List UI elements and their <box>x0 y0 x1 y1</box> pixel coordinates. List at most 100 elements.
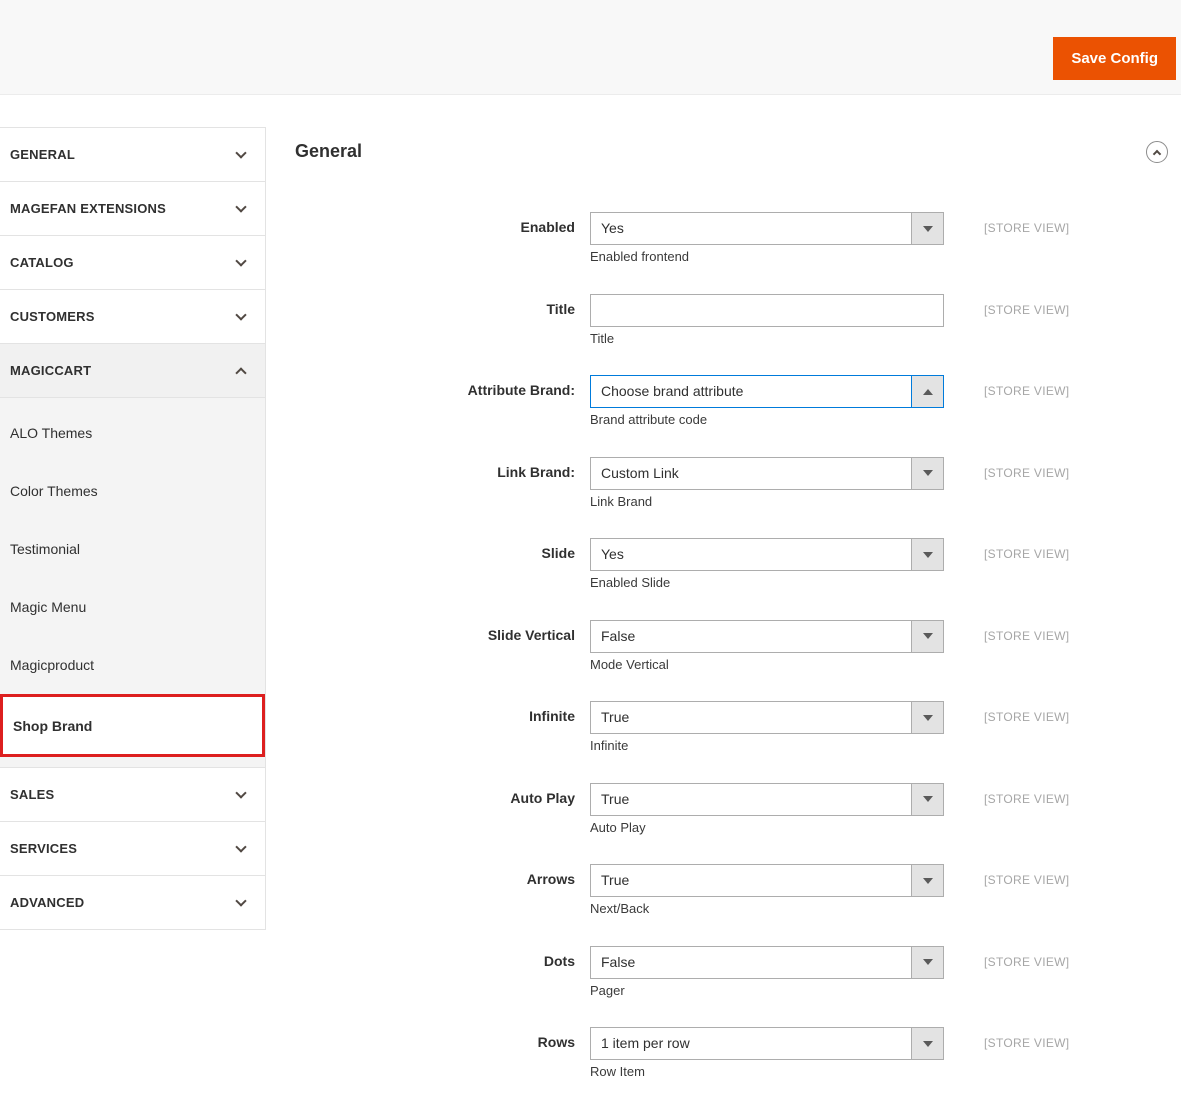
chevron-down-icon <box>235 840 247 853</box>
field-row-arrows: Arrows True Next/Back [STORE VIEW] <box>266 864 1181 917</box>
chevron-up-circle-icon[interactable] <box>1146 141 1168 163</box>
sidebar-item-label: MAGEFAN EXTENSIONS <box>10 201 167 216</box>
caret-down-icon <box>922 1040 933 1047</box>
select-value: Choose brand attribute <box>601 383 744 399</box>
enabled-select[interactable]: Yes <box>590 212 944 245</box>
auto-play-select[interactable]: True <box>590 782 944 816</box>
dropdown-arrow-button[interactable] <box>911 783 943 815</box>
field-row-attribute-brand: Attribute Brand: Choose brand attribute … <box>266 375 1181 428</box>
infinite-select[interactable]: True <box>590 701 944 734</box>
caret-up-icon <box>922 388 933 395</box>
rows-select[interactable]: 1 item per row <box>590 1027 944 1060</box>
store-view-scope: [STORE VIEW] <box>984 628 1070 643</box>
sidebar-subitem-magic-menu[interactable]: Magic Menu <box>0 578 265 636</box>
select-value: False <box>601 953 636 970</box>
caret-down-icon <box>922 877 933 884</box>
link-brand-select[interactable]: Custom Link <box>590 456 944 490</box>
field-label: Infinite <box>529 708 575 724</box>
sidebar-item-sales[interactable]: SALES <box>0 768 265 822</box>
select-value: Custom Link <box>601 464 679 481</box>
sidebar-item-magiccart[interactable]: MAGICCART <box>0 344 265 398</box>
dropdown-arrow-button[interactable] <box>911 539 943 570</box>
attribute-brand-select[interactable]: Choose brand attribute <box>590 375 944 408</box>
page-header: Save Config <box>0 0 1181 95</box>
sidebar-item-services[interactable]: SERVICES <box>0 822 265 876</box>
field-label: Attribute Brand: <box>467 382 575 398</box>
select-value: True <box>601 872 630 888</box>
field-label: Rows <box>537 1034 575 1050</box>
field-row-slide-vertical: Slide Vertical False Mode Vertical [STOR… <box>266 619 1181 673</box>
caret-down-icon <box>922 959 933 965</box>
section-header: General <box>266 95 1181 163</box>
sidebar-item-general[interactable]: GENERAL <box>0 128 265 182</box>
caret-down-icon <box>922 796 933 802</box>
field-label: Title <box>546 300 575 317</box>
field-label: Link Brand: <box>497 463 575 480</box>
sidebar-subitem-shop-brand[interactable]: Shop Brand <box>0 694 265 757</box>
config-main-panel: General Enabled Yes Enabled frontend [ST… <box>266 95 1181 1109</box>
field-hint: Infinite <box>590 738 629 753</box>
field-row-dots: Dots False Pager [STORE VIEW] <box>266 945 1181 999</box>
sidebar-item-label: MAGICCART <box>10 363 92 378</box>
title-input[interactable] <box>590 293 944 327</box>
dropdown-arrow-button[interactable] <box>911 213 943 244</box>
field-label: Enabled <box>520 219 575 235</box>
store-view-scope: [STORE VIEW] <box>984 791 1070 806</box>
dropdown-arrow-button[interactable] <box>911 946 943 978</box>
dropdown-arrow-button[interactable] <box>911 376 943 407</box>
sidebar-item-label: GENERAL <box>10 147 75 162</box>
sidebar-item-label: CATALOG <box>10 255 74 270</box>
select-value: Yes <box>601 220 624 236</box>
field-hint: Auto Play <box>590 819 646 835</box>
dropdown-arrow-button[interactable] <box>911 620 943 652</box>
field-row-link-brand: Link Brand: Custom Link Link Brand [STOR… <box>266 456 1181 510</box>
sidebar-subitem-magicproduct[interactable]: Magicproduct <box>0 636 265 694</box>
store-view-scope: [STORE VIEW] <box>984 547 1070 561</box>
field-hint: Pager <box>590 982 625 998</box>
field-hint: Mode Vertical <box>590 656 669 672</box>
dropdown-arrow-button[interactable] <box>911 457 943 489</box>
magiccart-submenu: ALO Themes Color Themes Testimonial Magic M… <box>0 398 265 768</box>
field-label: Slide Vertical <box>487 626 575 643</box>
chevron-up-icon <box>235 366 247 379</box>
sidebar-item-advanced[interactable]: ADVANCED <box>0 876 265 930</box>
sidebar-subitem-alo-themes[interactable]: ALO Themes <box>0 404 265 462</box>
caret-down-icon <box>922 225 933 232</box>
slide-vertical-select[interactable]: False <box>590 619 944 653</box>
field-hint: Row Item <box>590 1064 645 1079</box>
store-view-scope: [STORE VIEW] <box>984 221 1070 235</box>
field-hint: Link Brand <box>590 493 653 509</box>
arrows-select[interactable]: True <box>590 864 944 897</box>
sidebar-subitem-color-themes[interactable]: Color Themes <box>0 462 265 520</box>
save-config-button[interactable]: Save Config <box>1053 37 1176 80</box>
sidebar-item-catalog[interactable]: CATALOG <box>0 236 265 290</box>
config-layout: GENERAL MAGEFAN EXTENSIONS CATALOG CUSTO… <box>0 95 1181 1109</box>
select-value: Yes <box>601 546 624 562</box>
caret-down-icon <box>922 551 933 558</box>
select-value: True <box>601 790 630 807</box>
dropdown-arrow-button[interactable] <box>911 702 943 733</box>
field-row-infinite: Infinite True Infinite [STORE VIEW] <box>266 701 1181 754</box>
field-row-title: Title Title [STORE VIEW] <box>266 293 1181 347</box>
field-hint: Brand attribute code <box>590 412 708 427</box>
store-view-scope: [STORE VIEW] <box>984 384 1070 398</box>
sidebar-item-magefan-extensions[interactable]: MAGEFAN EXTENSIONS <box>0 182 265 236</box>
sidebar-subitem-testimonial[interactable]: Testimonial <box>0 520 265 578</box>
config-sidebar: GENERAL MAGEFAN EXTENSIONS CATALOG CUSTO… <box>0 127 266 930</box>
dots-select[interactable]: False <box>590 945 944 979</box>
dropdown-arrow-button[interactable] <box>911 865 943 896</box>
slide-select[interactable]: Yes <box>590 538 944 571</box>
field-hint: Enabled Slide <box>590 575 671 590</box>
store-view-scope: [STORE VIEW] <box>984 710 1070 724</box>
select-value: True <box>601 709 630 725</box>
caret-down-icon <box>922 633 933 639</box>
store-view-scope: [STORE VIEW] <box>984 1036 1070 1050</box>
field-label: Dots <box>543 952 575 969</box>
field-label: Slide <box>541 545 575 561</box>
chevron-down-icon <box>235 894 247 907</box>
store-view-scope: [STORE VIEW] <box>984 465 1070 480</box>
field-hint: Title <box>590 330 615 346</box>
chevron-down-icon <box>235 786 247 799</box>
sidebar-item-customers[interactable]: CUSTOMERS <box>0 290 265 344</box>
dropdown-arrow-button[interactable] <box>911 1028 943 1059</box>
